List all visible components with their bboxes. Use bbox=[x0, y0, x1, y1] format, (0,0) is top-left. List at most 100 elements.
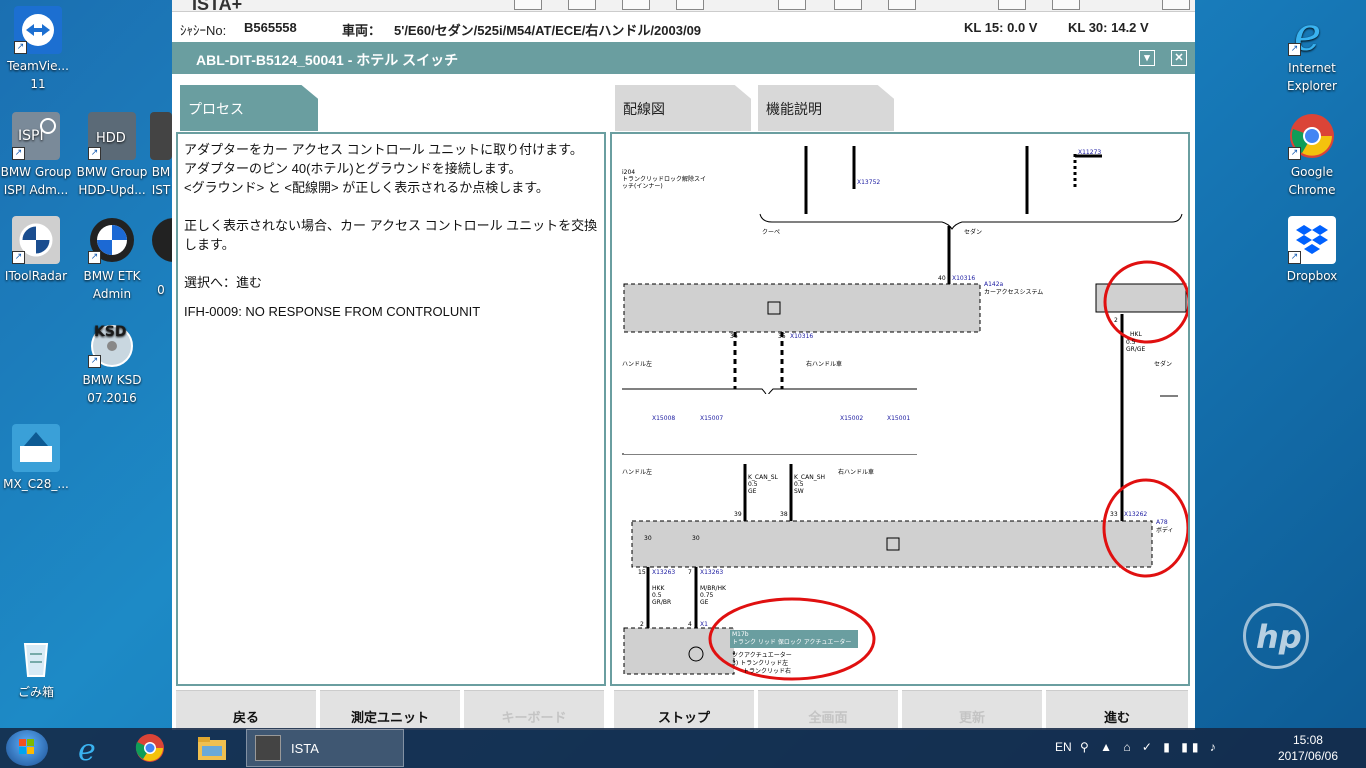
desktop-icon-label: Dropbox bbox=[1286, 269, 1338, 283]
component-label: ボディ bbox=[1156, 526, 1174, 534]
desktop-icon-hdd-update[interactable]: HDD ↗ BMW Group HDD-Upd... bbox=[76, 112, 148, 199]
desktop-icon-label: BMW Group ISPI Adm... bbox=[0, 165, 72, 197]
desktop-icon-ispi-admin[interactable]: ISPI ↗ BMW Group ISPI Adm... bbox=[0, 112, 72, 199]
desktop-icon-bmw-ksd[interactable]: KSD ↗ BMW KSD 07.2016 bbox=[76, 320, 148, 407]
wiring-label: 右ハンドル車 bbox=[838, 468, 874, 476]
desktop-icon-label: IToolRadar bbox=[4, 269, 68, 283]
button-label: 全画面 bbox=[808, 710, 848, 725]
desktop-icon-bmw-etk[interactable]: ↗ BMW ETK Admin bbox=[76, 216, 148, 303]
tab-process[interactable]: プロセス bbox=[180, 85, 318, 131]
minimize-icon[interactable]: ▾ bbox=[1139, 50, 1155, 66]
vehicle-label: 車両： bbox=[342, 23, 382, 38]
connector-label: X15008 bbox=[652, 415, 675, 422]
refresh-button[interactable]: 更新 bbox=[902, 690, 1042, 730]
connector-label: X11273 bbox=[1078, 149, 1101, 156]
toolbar-button[interactable] bbox=[622, 0, 650, 10]
ista-window: ISTA+ ｼｬｼｰNo: B565558 車両： 5'/E60/セダン/525… bbox=[172, 0, 1195, 730]
connector-label: X15002 bbox=[840, 415, 863, 422]
taskbar-ista-button[interactable]: ISTA bbox=[246, 729, 404, 767]
tab-label: 配線図 bbox=[623, 101, 665, 117]
toolbar-button[interactable] bbox=[998, 0, 1026, 10]
pin-label: 35 bbox=[778, 333, 786, 340]
toolbar-button[interactable] bbox=[888, 0, 916, 10]
stop-button[interactable]: ストップ bbox=[614, 690, 754, 730]
wiring-label: ハンドル左 bbox=[622, 468, 652, 476]
connector-label: X13262 bbox=[1124, 511, 1147, 518]
component-label: カーアクセスシステム bbox=[984, 289, 1043, 296]
component-label: A142a bbox=[984, 281, 1004, 288]
desktop-icon-label: BMW Group HDD-Upd... bbox=[76, 165, 148, 197]
svg-text:e: e bbox=[78, 733, 96, 766]
tray-icons[interactable]: ⚲ ▲ ⌂ ✓ ▮ ▮▮ ♪ bbox=[1080, 740, 1220, 754]
toolbar-button[interactable] bbox=[1162, 0, 1190, 10]
tab-function-description[interactable]: 機能説明 bbox=[758, 85, 894, 131]
toolbar-button[interactable] bbox=[514, 0, 542, 10]
desktop-icon-dropbox[interactable]: ↗ Dropbox bbox=[1276, 216, 1348, 285]
svg-text:HDD: HDD bbox=[96, 131, 126, 146]
ista-task-label: ISTA bbox=[291, 741, 319, 756]
button-label: 戻る bbox=[232, 710, 259, 725]
desktop-icon-chrome[interactable]: ↗ Google Chrome bbox=[1276, 112, 1348, 199]
process-instructions: アダプターをカー アクセス コントロール ユニットに取り付けます。 アダプターの… bbox=[184, 142, 583, 195]
wire-label: K_CAN_SH 0.5 SW bbox=[794, 474, 825, 495]
keyboard-button[interactable]: キーボード bbox=[464, 690, 604, 730]
taskbar: e ISTA EN ⚲ ▲ ⌂ ✓ ▮ ▮▮ ♪ 15:08 2017/06/0… bbox=[0, 728, 1366, 768]
component-label: トランク リッド 保ロック アクチュエーター bbox=[732, 638, 851, 646]
bmw-ista-icon bbox=[150, 112, 172, 160]
desktop-icon-teamviewer[interactable]: ↗ TeamVie... 11 bbox=[2, 6, 74, 93]
fullscreen-button[interactable]: 全画面 bbox=[758, 690, 898, 730]
connector-label: X15001 bbox=[887, 415, 910, 422]
wiring-label: i204 トランクリッドロック解除スイッチ(インナー) bbox=[622, 169, 706, 190]
desktop-icon-internet-explorer[interactable]: e ↗ Internet Explorer bbox=[1276, 7, 1348, 95]
desktop-icon-bmw[interactable]: 0 bbox=[150, 216, 172, 299]
language-indicator[interactable]: EN bbox=[1055, 740, 1072, 754]
button-label: 更新 bbox=[958, 710, 985, 725]
toolbar-button[interactable] bbox=[1052, 0, 1080, 10]
toolbar-button[interactable] bbox=[778, 0, 806, 10]
desktop-icon-label: Google Chrome bbox=[1288, 165, 1336, 197]
tab-wiring-diagram[interactable]: 配線図 bbox=[615, 85, 751, 131]
bmw-icon bbox=[150, 216, 172, 264]
desktop-icon-mx-c28[interactable]: MX_C28_... bbox=[0, 424, 72, 493]
desktop-icon-bmw-ista[interactable]: BM IST bbox=[150, 112, 172, 199]
wire-label: M/BR/HK 0.75 GE bbox=[700, 585, 727, 606]
pin-label: 33 bbox=[1110, 511, 1118, 518]
taskbar-explorer-icon[interactable] bbox=[188, 730, 236, 766]
kl15-voltage: KL 15: 0.0 V bbox=[964, 20, 1038, 35]
desktop-icon-recycle-bin[interactable]: ごみ箱 bbox=[0, 632, 72, 701]
tab-label: プロセス bbox=[188, 101, 244, 117]
pin-label: 39 bbox=[734, 511, 742, 518]
wiring-label: クーペ bbox=[762, 229, 780, 236]
connector-label: X10316 bbox=[952, 275, 975, 282]
start-button[interactable] bbox=[6, 730, 48, 766]
next-button[interactable]: 進む bbox=[1046, 690, 1188, 730]
pin-label: 2 bbox=[1114, 317, 1118, 324]
button-label: 測定ユニット bbox=[350, 710, 429, 725]
toolbar-button[interactable] bbox=[568, 0, 596, 10]
wiring-diagram-panel[interactable]: i204 トランクリッドロック解除スイッチ(インナー) X13752 X11273… bbox=[610, 132, 1190, 686]
measurement-unit-button[interactable]: 測定ユニット bbox=[320, 690, 460, 730]
taskbar-chrome-icon[interactable] bbox=[126, 730, 174, 766]
taskbar-internet-explorer-icon[interactable]: e bbox=[66, 730, 114, 768]
toolbar-button[interactable] bbox=[834, 0, 862, 10]
ksd-icon: KSD ↗ bbox=[88, 320, 136, 368]
connector-label: X13263 bbox=[700, 569, 723, 576]
tab-label: 機能説明 bbox=[766, 101, 822, 117]
close-icon[interactable]: ✕ bbox=[1171, 50, 1187, 66]
wire-label: HKL bbox=[1130, 331, 1142, 338]
clock-date: 2017/06/06 bbox=[1277, 749, 1338, 763]
vehicle-value: 5'/E60/セダン/525i/M54/AT/ECE/右ハンドル/2003/09 bbox=[394, 23, 702, 38]
svg-text:KSD: KSD bbox=[94, 324, 127, 340]
teamviewer-icon: ↗ bbox=[14, 6, 62, 54]
back-button[interactable]: 戻る bbox=[176, 690, 316, 730]
toolbar-button[interactable] bbox=[676, 0, 704, 10]
desktop-icon-label: BMW KSD 07.2016 bbox=[82, 373, 142, 405]
desktop-icon-label: TeamVie... 11 bbox=[7, 59, 69, 91]
pin-label: 36 bbox=[730, 333, 738, 340]
component-label: M17b bbox=[732, 631, 749, 638]
chrome-icon: ↗ bbox=[1288, 112, 1336, 160]
taskbar-clock[interactable]: 15:08 2017/06/06 bbox=[1278, 732, 1338, 764]
pin-label: 30 bbox=[692, 535, 700, 542]
desktop-icon-itoolradar[interactable]: ↗ IToolRadar bbox=[0, 216, 72, 285]
connector-label: X10316 bbox=[790, 333, 813, 340]
